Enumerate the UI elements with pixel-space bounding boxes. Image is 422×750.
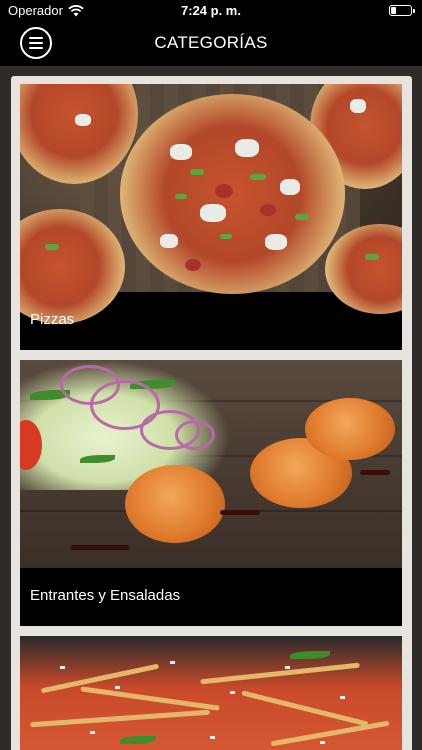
entrantes-photo — [20, 360, 402, 568]
category-list[interactable]: Pizzas Entrantes y Ensaladas — [0, 66, 422, 750]
category-label-pizzas: Pizzas — [30, 311, 75, 328]
pasta-photo — [20, 636, 402, 750]
category-panel: Pizzas Entrantes y Ensaladas — [11, 76, 412, 750]
clock: 7:24 p. m. — [181, 3, 241, 18]
category-card-pasta[interactable] — [20, 636, 402, 750]
battery-icon — [389, 5, 415, 16]
status-bar: Operador 7:24 p. m. — [0, 0, 422, 22]
category-card-entrantes[interactable]: Entrantes y Ensaladas — [20, 360, 402, 626]
pizzas-photo — [20, 84, 402, 324]
nav-bar: CATEGORÍAS — [0, 22, 422, 66]
category-label-entrantes: Entrantes y Ensaladas — [30, 587, 181, 604]
category-card-pizzas[interactable]: Pizzas — [20, 84, 402, 350]
page-title: CATEGORÍAS — [154, 33, 268, 52]
